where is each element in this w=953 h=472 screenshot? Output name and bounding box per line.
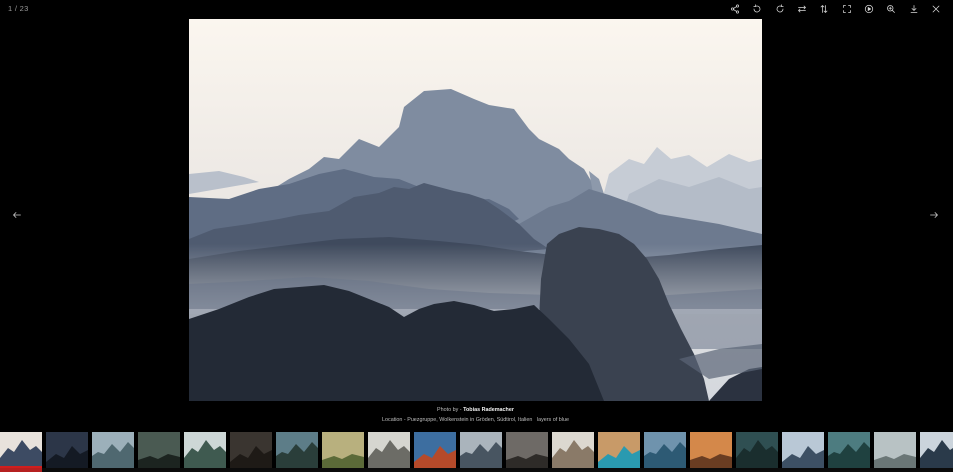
flip-horizontal-button[interactable] [791, 0, 813, 18]
download-icon [910, 5, 917, 13]
thumbnail-image [184, 432, 226, 468]
download-button[interactable] [902, 0, 924, 18]
thumbnail-image [0, 432, 42, 468]
thumbnail[interactable] [46, 432, 88, 468]
thumbnail[interactable] [828, 432, 870, 468]
close-button[interactable] [925, 0, 947, 18]
zoom-in-icon [887, 5, 896, 13]
rotate-right-button[interactable] [769, 0, 791, 18]
next-image-button[interactable] [924, 205, 944, 225]
arrow-right-icon [930, 212, 938, 218]
photo-location: Location - Puezgruppe, Wolkenstein in Gr… [189, 417, 762, 423]
location-text: Location - Puezgruppe, Wolkenstein in Gr… [382, 417, 533, 423]
thumbnail[interactable] [184, 432, 226, 468]
thumbnail[interactable] [322, 432, 364, 468]
viewer-toolbar [724, 0, 947, 18]
flip-vertical-button[interactable] [813, 0, 835, 18]
thumbnail[interactable] [138, 432, 180, 468]
thumbnail-image [460, 432, 502, 468]
previous-image-button[interactable] [7, 205, 27, 225]
thumbnail-image [598, 432, 640, 468]
thumbnail[interactable] [874, 432, 916, 468]
thumbnail[interactable] [276, 432, 318, 468]
thumbnail[interactable] [460, 432, 502, 468]
arrow-left-icon [13, 212, 21, 218]
thumbnail-strip [0, 432, 953, 468]
thumbnail-image [920, 432, 953, 468]
mountain-layers-photo [189, 19, 762, 401]
thumbnail-image [736, 432, 778, 468]
thumbnail[interactable] [690, 432, 732, 468]
thumbnail-image [322, 432, 364, 468]
thumbnail-image [782, 432, 824, 468]
thumbnail-image [828, 432, 870, 468]
photo-viewer: 1 / 23 Photo by - Tobias Rademacher Loca… [0, 0, 953, 472]
thumbnail[interactable] [0, 432, 42, 468]
thumbnail[interactable] [230, 432, 272, 468]
thumbnail-image [46, 432, 88, 468]
slideshow-button[interactable] [858, 0, 880, 18]
thumbnail[interactable] [414, 432, 456, 468]
photographer-name[interactable]: Tobias Rademacher [463, 407, 514, 413]
thumbnail[interactable] [598, 432, 640, 468]
fullscreen-button[interactable] [836, 0, 858, 18]
share-button[interactable] [724, 0, 746, 18]
thumbnail-image [690, 432, 732, 468]
rotate-right-icon [776, 4, 784, 13]
rotate-left-icon [753, 4, 761, 13]
thumbnail-image [92, 432, 134, 468]
thumbnail-image [874, 432, 916, 468]
photo-credit: Photo by - Tobias Rademacher [189, 407, 762, 413]
thumbnail[interactable] [92, 432, 134, 468]
image-counter: 1 / 23 [8, 4, 29, 13]
photo-credit-prefix: Photo by - [437, 407, 464, 413]
thumbnail[interactable] [552, 432, 594, 468]
flip-horizontal-icon [798, 5, 806, 13]
thumbnail-image [506, 432, 548, 468]
thumbnail-image [644, 432, 686, 468]
flip-vertical-icon [820, 5, 828, 13]
zoom-in-button[interactable] [880, 0, 902, 18]
rotate-left-button[interactable] [746, 0, 768, 18]
thumbnail[interactable] [368, 432, 410, 468]
play-icon [864, 4, 874, 14]
thumbnail[interactable] [506, 432, 548, 468]
thumbnail-image [368, 432, 410, 468]
thumbnail[interactable] [782, 432, 824, 468]
main-photo[interactable] [189, 19, 762, 401]
thumbnail-image [276, 432, 318, 468]
thumbnail[interactable] [644, 432, 686, 468]
close-icon [932, 5, 940, 13]
thumbnail-image [552, 432, 594, 468]
thumbnail-image [230, 432, 272, 468]
fullscreen-icon [842, 5, 851, 13]
photo-tag: layers of blue [536, 417, 569, 423]
thumbnail-image [414, 432, 456, 468]
thumbnail-image [138, 432, 180, 468]
thumbnail[interactable] [736, 432, 778, 468]
thumbnail[interactable] [920, 432, 953, 468]
thumbnail-scrollbar-thumb[interactable] [0, 468, 42, 472]
share-icon [731, 4, 740, 14]
thumbnail-scrollbar-track[interactable] [0, 468, 953, 472]
